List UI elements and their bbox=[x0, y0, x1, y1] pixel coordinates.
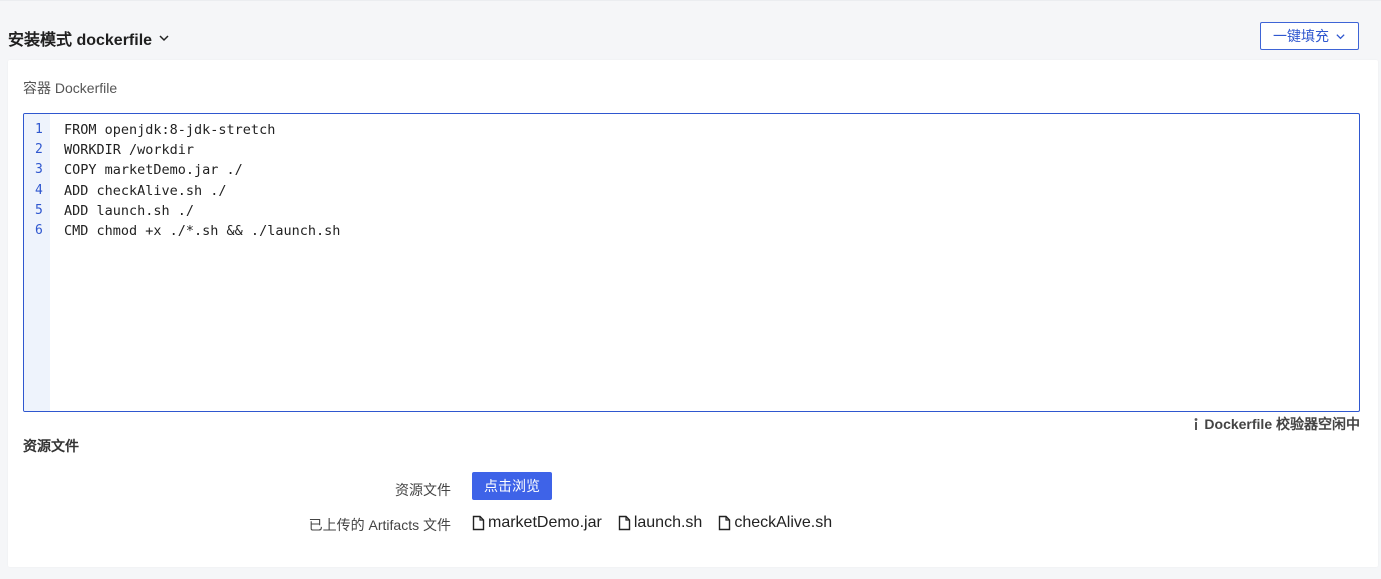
chevron-down-icon bbox=[1336, 33, 1345, 39]
validator-status-text: Dockerfile 校验器空闲中 bbox=[1204, 416, 1360, 432]
one-click-fill-button[interactable]: 一键填充 bbox=[1260, 22, 1359, 50]
file-icon bbox=[719, 515, 731, 531]
uploaded-file-item[interactable]: marketDemo.jar bbox=[472, 514, 602, 532]
uploaded-file-name: launch.sh bbox=[633, 514, 703, 531]
dockerfile-editor[interactable]: 1 2 3 4 5 6 FROM openjdk:8-jdk-stretch W… bbox=[23, 113, 1360, 412]
line-number: 6 bbox=[35, 222, 43, 238]
resource-section-title: 资源文件 bbox=[23, 438, 79, 454]
uploaded-artifacts-label: 已上传的 Artifacts 文件 bbox=[308, 517, 451, 533]
info-icon bbox=[1195, 418, 1198, 430]
dockerfile-section-label: 容器 Dockerfile bbox=[23, 80, 118, 96]
line-number: 1 bbox=[35, 122, 43, 137]
uploaded-file-name: marketDemo.jar bbox=[488, 514, 602, 531]
code-line[interactable]: COPY marketDemo.jar ./ bbox=[64, 160, 1359, 180]
install-mode-dropdown[interactable]: 安装模式 dockerfile bbox=[8, 26, 170, 50]
config-card: 容器 Dockerfile 1 2 3 4 5 6 FROM openjdk:8… bbox=[8, 60, 1378, 567]
top-divider bbox=[0, 0, 1381, 1]
resource-files-label: 资源文件 bbox=[395, 482, 451, 498]
uploaded-file-item[interactable]: checkAlive.sh bbox=[718, 514, 832, 532]
one-click-fill-label: 一键填充 bbox=[1273, 28, 1329, 44]
uploaded-files-list: marketDemo.jar launch.sh checkAlive.sh bbox=[472, 514, 832, 532]
line-number-gutter: 1 2 3 4 5 6 bbox=[24, 114, 50, 411]
code-line[interactable]: WORKDIR /workdir bbox=[64, 140, 1359, 160]
validator-status: Dockerfile 校验器空闲中 bbox=[1192, 414, 1360, 434]
line-number: 3 bbox=[35, 162, 43, 178]
install-mode-title: 安装模式 dockerfile bbox=[8, 32, 153, 49]
line-number: 2 bbox=[35, 142, 43, 158]
uploaded-file-name: checkAlive.sh bbox=[734, 514, 833, 531]
line-number: 4 bbox=[35, 182, 43, 198]
file-icon bbox=[618, 515, 631, 531]
chevron-down-icon bbox=[159, 35, 169, 42]
code-line[interactable]: ADD launch.sh ./ bbox=[64, 201, 1359, 221]
code-line[interactable]: CMD chmod +x ./*.sh && ./launch.sh bbox=[64, 221, 1359, 241]
browse-button[interactable]: 点击浏览 bbox=[472, 472, 552, 500]
code-line[interactable]: ADD checkAlive.sh ./ bbox=[64, 181, 1359, 201]
uploaded-file-item[interactable]: launch.sh bbox=[618, 514, 703, 532]
code-line[interactable]: FROM openjdk:8-jdk-stretch bbox=[64, 120, 1359, 140]
code-area[interactable]: FROM openjdk:8-jdk-stretch WORKDIR /work… bbox=[50, 114, 1359, 411]
file-icon bbox=[472, 515, 485, 531]
line-number: 5 bbox=[35, 202, 43, 218]
